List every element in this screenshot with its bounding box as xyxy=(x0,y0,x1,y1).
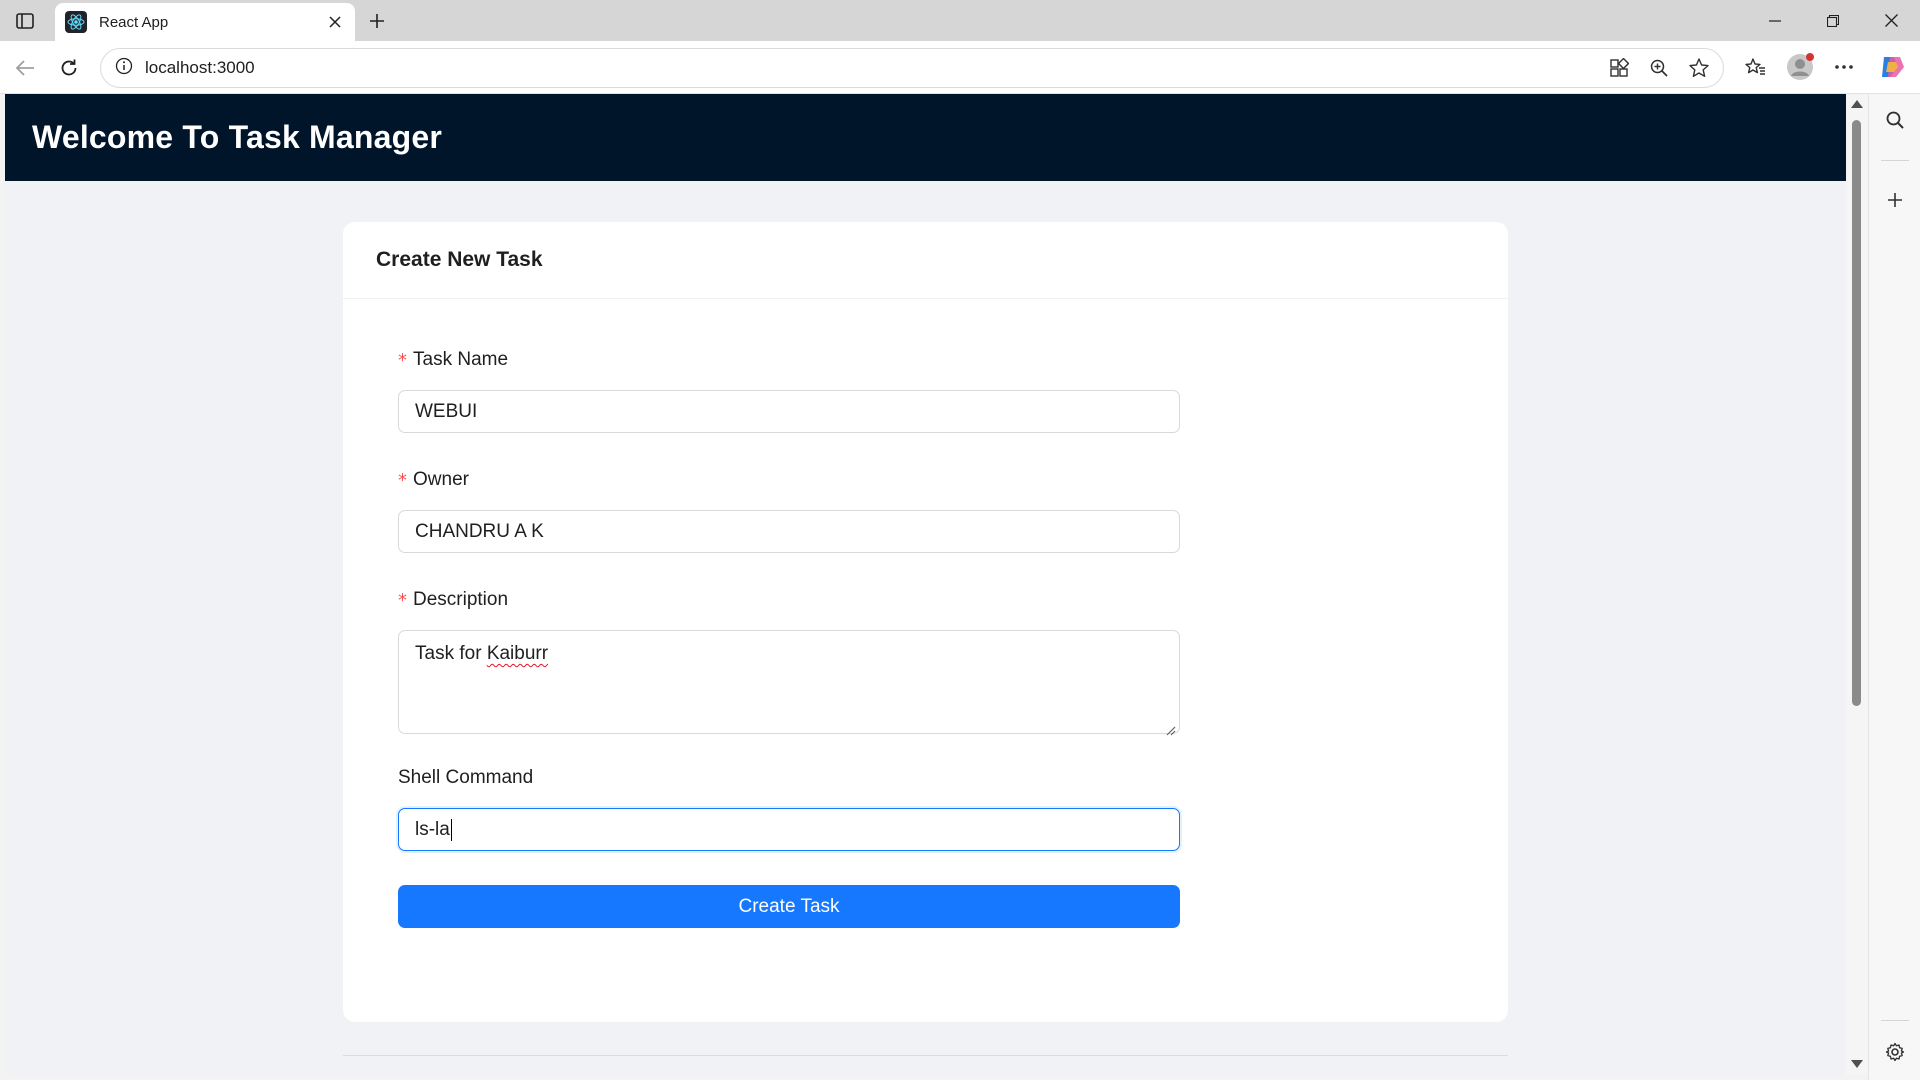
star-icon[interactable] xyxy=(1683,52,1715,84)
owner-input[interactable]: CHANDRU A K xyxy=(398,510,1180,553)
page-viewport: Welcome To Task Manager Create New Task … xyxy=(5,94,1846,1076)
shell-command-label: Shell Command xyxy=(398,767,533,789)
app-grid-icon[interactable] xyxy=(1603,52,1635,84)
description-label: * Description xyxy=(398,589,508,611)
shell-command-label-text: Shell Command xyxy=(398,767,534,788)
description-label-text: Description xyxy=(413,589,509,610)
tab-actions-icon[interactable] xyxy=(10,8,40,34)
scroll-thumb[interactable] xyxy=(1852,120,1861,706)
misspelled-word: Kaiburr xyxy=(486,643,549,664)
description-textarea[interactable]: Task for Kaiburr xyxy=(398,630,1180,736)
text-caret xyxy=(450,818,452,841)
page-scrollbar[interactable] xyxy=(1846,94,1868,1074)
back-button[interactable] xyxy=(8,51,42,85)
required-mark: * xyxy=(398,589,407,611)
sidebar-divider xyxy=(1881,1020,1909,1021)
resize-handle-icon[interactable] xyxy=(1166,720,1176,736)
scroll-up-arrow-icon[interactable] xyxy=(1851,100,1863,108)
browser-tab[interactable]: React App xyxy=(55,3,355,41)
required-mark: * xyxy=(398,469,407,491)
create-task-card: Create New Task * Task Name WEBUI * Owne… xyxy=(343,222,1508,1022)
gear-icon[interactable] xyxy=(1877,1034,1913,1070)
profile-icon[interactable] xyxy=(1782,49,1818,85)
ellipsis-icon[interactable] xyxy=(1826,49,1862,85)
browser-toolbar: localhost:3000 xyxy=(0,41,1920,94)
close-window-button[interactable] xyxy=(1862,0,1920,41)
plus-icon xyxy=(370,14,384,28)
browser-tab-bar: React App xyxy=(0,0,1920,41)
required-mark: * xyxy=(398,349,407,371)
restore-button[interactable] xyxy=(1804,0,1862,41)
url-text[interactable]: localhost:3000 xyxy=(145,58,255,78)
task-name-value: WEBUI xyxy=(415,400,478,422)
card-header: Create New Task xyxy=(343,222,1508,299)
shell-command-value: ls-la xyxy=(415,818,450,840)
plus-icon[interactable] xyxy=(1877,182,1913,218)
search-icon[interactable] xyxy=(1877,102,1913,138)
app-title: Welcome To Task Manager xyxy=(32,119,443,155)
react-logo-icon xyxy=(65,11,87,33)
minimize-button[interactable] xyxy=(1746,0,1804,41)
back-arrow-icon xyxy=(15,60,34,76)
app-header: Welcome To Task Manager xyxy=(5,94,1846,181)
copilot-icon[interactable] xyxy=(1874,49,1910,85)
task-name-label-text: Task Name xyxy=(413,349,509,370)
window-controls xyxy=(1746,0,1920,41)
create-task-button[interactable]: Create Task xyxy=(398,885,1180,928)
new-tab-button[interactable] xyxy=(364,8,390,34)
info-icon[interactable] xyxy=(115,57,133,80)
refresh-button[interactable] xyxy=(52,51,86,85)
task-name-input[interactable]: WEBUI xyxy=(398,390,1180,433)
shell-command-input[interactable]: ls-la xyxy=(398,808,1180,851)
edge-sidebar xyxy=(1868,94,1920,1080)
owner-value: CHANDRU A K xyxy=(415,520,544,542)
refresh-icon xyxy=(61,59,77,76)
card-title: Create New Task xyxy=(376,248,543,271)
owner-label-text: Owner xyxy=(413,469,469,490)
close-icon[interactable] xyxy=(325,12,345,32)
favorites-icon[interactable] xyxy=(1737,49,1773,85)
task-name-label: * Task Name xyxy=(398,349,508,371)
sidebar-divider xyxy=(1881,160,1909,161)
owner-label: * Owner xyxy=(398,469,469,491)
scroll-down-arrow-icon[interactable] xyxy=(1851,1060,1863,1068)
divider xyxy=(343,1055,1508,1056)
description-value: Task for Kaiburr xyxy=(415,643,549,664)
address-bar[interactable]: localhost:3000 xyxy=(100,48,1724,88)
zoom-icon[interactable] xyxy=(1643,52,1675,84)
tab-title: React App xyxy=(99,13,169,31)
